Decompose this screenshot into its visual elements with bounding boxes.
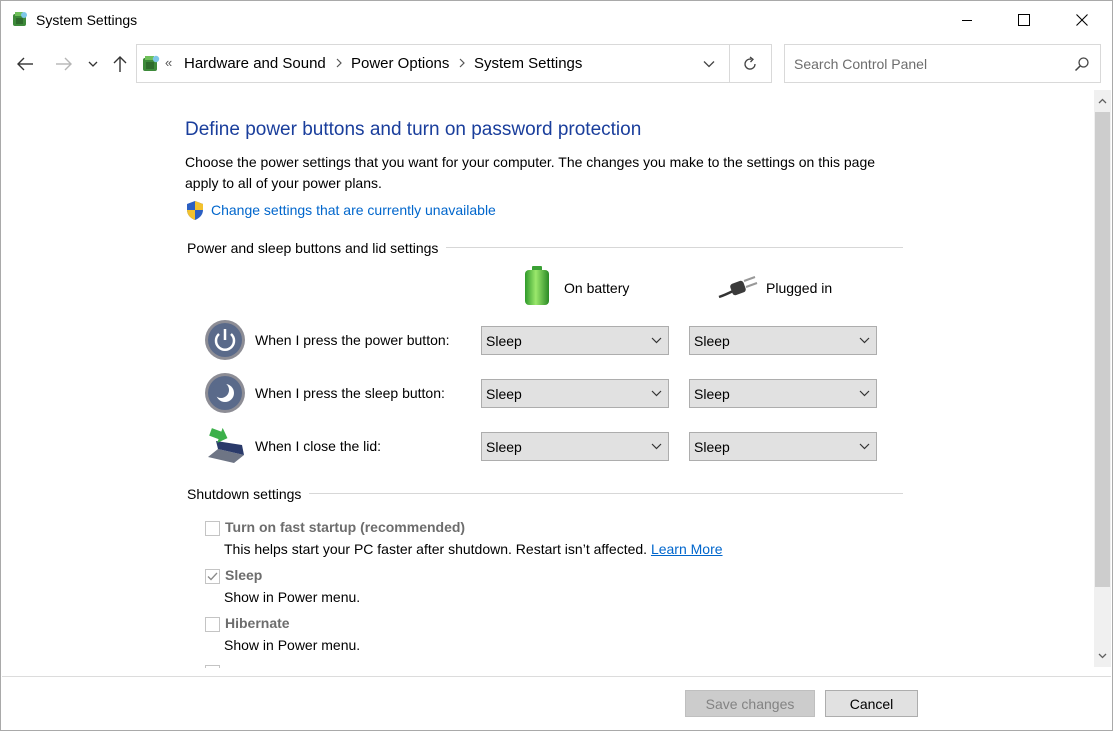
chevron-down-icon xyxy=(852,327,876,354)
control-panel-icon xyxy=(13,12,27,26)
power-button-label: When I press the power button: xyxy=(255,332,450,348)
refresh-icon xyxy=(744,56,756,70)
refresh-button[interactable] xyxy=(737,53,763,75)
on-battery-header: On battery xyxy=(564,280,630,296)
breadcrumb-overflow[interactable]: « xyxy=(165,55,172,70)
forward-button[interactable] xyxy=(52,51,76,77)
control-panel-icon xyxy=(143,55,160,71)
laptop-lid-icon xyxy=(208,427,244,463)
window-title: System Settings xyxy=(36,12,138,28)
chevron-down-icon xyxy=(644,380,668,407)
close-button[interactable] xyxy=(1053,1,1111,39)
sleep-button-label: When I press the sleep button: xyxy=(255,385,445,401)
fast-startup-desc-text: This helps start your PC faster after sh… xyxy=(224,541,651,557)
power-button-plugged-select[interactable]: Sleep xyxy=(689,326,877,355)
arrow-right-icon xyxy=(56,57,72,71)
close-lid-label: When I close the lid: xyxy=(255,438,382,454)
change-unavailable-settings-link[interactable]: Change settings that are currently unava… xyxy=(211,202,496,218)
recent-locations-button[interactable] xyxy=(84,51,102,77)
chevron-right-icon[interactable] xyxy=(334,56,344,70)
search-input[interactable] xyxy=(794,54,1064,74)
arrow-left-icon xyxy=(17,57,33,71)
scroll-up-button[interactable] xyxy=(1094,90,1111,112)
footer-divider xyxy=(2,676,1111,677)
back-button[interactable] xyxy=(13,51,37,77)
select-value: Sleep xyxy=(694,438,730,455)
learn-more-link[interactable]: Learn More xyxy=(651,541,723,557)
scroll-down-button[interactable] xyxy=(1094,645,1111,667)
uac-shield-icon xyxy=(187,201,203,220)
lock-checkbox-partial[interactable] xyxy=(205,665,220,668)
search-box[interactable] xyxy=(784,44,1101,83)
close-icon xyxy=(1076,14,1088,26)
address-dropdown-button[interactable] xyxy=(699,55,719,73)
close-lid-battery-select[interactable]: Sleep xyxy=(481,432,669,461)
fast-startup-checkbox[interactable] xyxy=(205,521,220,536)
page-title: Define power buttons and turn on passwor… xyxy=(185,119,642,140)
sleep-button-battery-select[interactable]: Sleep xyxy=(481,379,669,408)
cancel-button[interactable]: Cancel xyxy=(825,690,918,717)
select-value: Sleep xyxy=(486,332,522,349)
close-lid-plugged-select[interactable]: Sleep xyxy=(689,432,877,461)
sleep-button-icon xyxy=(205,373,245,413)
select-value: Sleep xyxy=(486,385,522,402)
chevron-down-icon xyxy=(88,61,98,67)
system-settings-window: System Settings « Hardware and Sound Pow… xyxy=(0,0,1113,731)
minimize-button[interactable] xyxy=(938,1,996,39)
search-icon[interactable] xyxy=(1074,56,1090,72)
select-value: Sleep xyxy=(694,385,730,402)
minimize-icon xyxy=(962,20,972,21)
sleep-checkbox[interactable] xyxy=(205,569,220,584)
sleep-button-plugged-select[interactable]: Sleep xyxy=(689,379,877,408)
power-button-battery-select[interactable]: Sleep xyxy=(481,326,669,355)
save-changes-button[interactable]: Save changes xyxy=(685,690,815,717)
select-value: Sleep xyxy=(486,438,522,455)
fast-startup-label: Turn on fast startup (recommended) xyxy=(225,519,466,535)
hibernate-description: Show in Power menu. xyxy=(224,637,361,653)
chevron-down-icon xyxy=(703,61,715,68)
vertical-scrollbar[interactable] xyxy=(1094,90,1111,667)
power-section-title: Power and sleep buttons and lid settings xyxy=(187,240,447,256)
chevron-down-icon xyxy=(644,327,668,354)
chevron-down-icon xyxy=(852,433,876,460)
address-divider xyxy=(729,45,730,82)
sleep-label: Sleep xyxy=(225,567,263,583)
hibernate-label: Hibernate xyxy=(225,615,290,631)
arrow-up-icon xyxy=(113,56,127,72)
breadcrumb-system-settings[interactable]: System Settings xyxy=(474,55,582,72)
power-button-icon xyxy=(205,320,245,360)
plugged-in-header: Plugged in xyxy=(766,280,833,296)
maximize-button[interactable] xyxy=(995,1,1053,39)
title-bar: System Settings xyxy=(1,1,1112,39)
shutdown-section-title: Shutdown settings xyxy=(187,486,310,502)
chevron-down-icon xyxy=(852,380,876,407)
up-button[interactable] xyxy=(108,51,132,77)
chevron-down-icon xyxy=(1098,653,1107,659)
hibernate-checkbox[interactable] xyxy=(205,617,220,632)
select-value: Sleep xyxy=(694,332,730,349)
chevron-up-icon xyxy=(1098,98,1107,104)
fast-startup-description: This helps start your PC faster after sh… xyxy=(224,541,723,557)
chevron-right-icon[interactable] xyxy=(457,56,467,70)
power-plug-icon xyxy=(718,276,758,299)
maximize-icon xyxy=(1018,14,1030,26)
scroll-thumb[interactable] xyxy=(1095,112,1110,587)
battery-icon xyxy=(525,266,549,305)
checkmark-icon xyxy=(207,572,218,581)
chevron-down-icon xyxy=(644,433,668,460)
sleep-description: Show in Power menu. xyxy=(224,589,361,605)
breadcrumb-hardware-and-sound[interactable]: Hardware and Sound xyxy=(184,55,326,72)
breadcrumb-power-options[interactable]: Power Options xyxy=(351,55,449,72)
address-bar[interactable]: « Hardware and Sound Power Options Syste… xyxy=(136,44,772,83)
page-description: Choose the power settings that you want … xyxy=(185,154,876,191)
